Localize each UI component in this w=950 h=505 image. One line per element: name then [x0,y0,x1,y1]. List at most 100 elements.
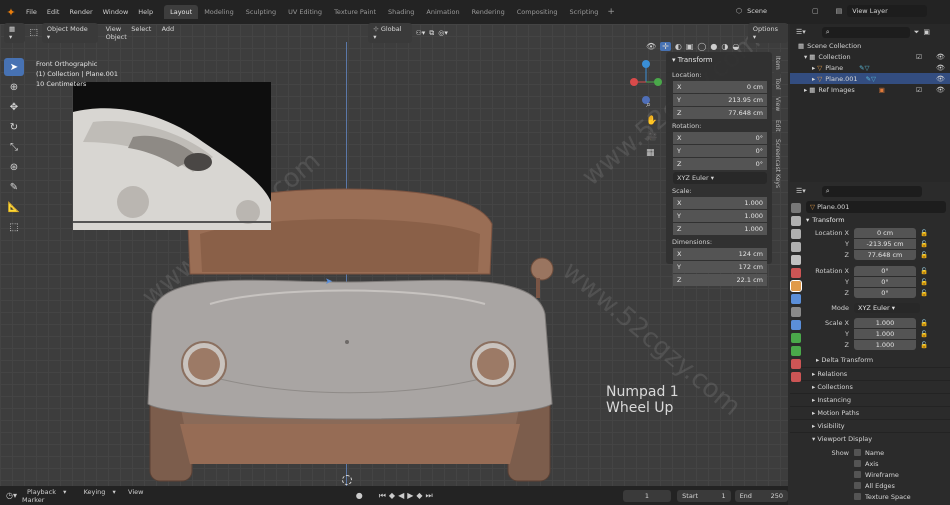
menu-window[interactable]: Window [98,8,134,16]
tab-rendering[interactable]: Rendering [466,5,511,19]
object-name-field[interactable]: ▽ Plane.001 [806,201,946,213]
menu-keying[interactable]: Keying ▾ [74,488,121,496]
checkbox[interactable] [854,471,861,478]
rotation-z-field[interactable]: Z 0° [673,158,767,170]
prop-scale-y[interactable]: Y 1.000 🔓 [790,328,950,339]
prop-rotation-mode[interactable]: Mode XYZ Euler ▾ [790,302,950,313]
timeline-editor-icon[interactable]: ◷▾ [6,491,17,500]
checkbox-icon[interactable]: ☑ [916,53,922,61]
jump-start-icon[interactable]: ⏮ [379,491,386,501]
shading-rendered-icon[interactable]: ◒ [732,42,739,51]
tab-sculpting[interactable]: Sculpting [240,5,282,19]
show-wireframe-checkbox[interactable]: Wireframe [790,469,950,480]
visibility-eye-icon[interactable]: 👁 [936,64,945,72]
tab-compositing[interactable]: Compositing [511,5,564,19]
proportional-edit-icon[interactable]: ◎▾ [438,29,448,37]
rotation-x-field[interactable]: X 0° [673,132,767,144]
section-viewport-display[interactable]: ▾ Viewport Display [790,432,950,445]
options-button[interactable]: Options ▾ [747,23,788,43]
view-layer-field[interactable]: View Layer [847,5,928,17]
scale-y-field[interactable]: Y 1.000 [673,210,767,222]
visibility-eye-icon[interactable]: 👁 [936,53,945,61]
dimensions-y-field[interactable]: Y 172 cm [673,261,767,273]
properties-search-icon[interactable]: ⌕ [821,185,922,197]
section-delta-transform[interactable]: ▸ Delta Transform [790,354,950,367]
menu-render[interactable]: Render [64,8,97,16]
particles-tab-icon[interactable] [791,307,801,317]
location-x-field[interactable]: X 0 cm [673,81,767,93]
play-icon[interactable]: ▶ [407,491,413,501]
filter-icon[interactable]: ⏷ [914,28,920,37]
perspective-toggle-icon[interactable]: ▦ [646,148,657,158]
prop-location-z[interactable]: Z 77.648 cm 🔓 [790,249,950,260]
expand-icon[interactable]: ▸ [812,75,815,83]
select-tool-icon[interactable]: ➤ [4,58,24,76]
camera-view-icon[interactable]: 🎥 [646,132,657,142]
frame-start-field[interactable]: Start 1 [677,489,731,502]
menu-view[interactable]: View [123,488,148,496]
constraints-tab-icon[interactable] [791,333,801,343]
play-reverse-icon[interactable]: ◀ [398,491,404,501]
location-z-field[interactable]: Z 77.648 cm [673,107,767,119]
physics-tab-icon[interactable] [791,320,801,330]
prop-rotation-x[interactable]: Rotation X 0° 🔓 [790,265,950,276]
checkbox-icon[interactable]: ☑ [916,86,922,94]
gizmo-toggle-icon[interactable]: ✛ [660,42,671,51]
transform-panel-header[interactable]: ▾ Transform [790,213,950,227]
lock-icon[interactable]: 🔓 [920,267,928,275]
cursor-tool-icon[interactable]: ⊕ [4,78,24,96]
object-tab-icon[interactable] [790,280,802,292]
show-name-checkbox[interactable]: Show Name [790,447,950,458]
editor-type-icon[interactable]: ▦ ▾ [4,23,26,43]
orientation-selector[interactable]: ⊹ Global ▾ [368,23,412,43]
menu-add[interactable]: Add [158,25,179,33]
rotate-tool-icon[interactable]: ↻ [4,118,24,136]
xray-icon[interactable]: ▣ [686,42,694,51]
lock-icon[interactable]: 🔓 [920,330,928,338]
pan-icon[interactable]: ✋ [646,116,657,126]
menu-playback[interactable]: Playback ▾ [17,488,71,496]
prop-scale-x[interactable]: Scale X 1.000 🔓 [790,317,950,328]
tab-modeling[interactable]: Modeling [198,5,240,19]
prop-rotation-y[interactable]: Y 0° 🔓 [790,276,950,287]
tab-texture-paint[interactable]: Texture Paint [328,5,382,19]
tab-scripting[interactable]: Scripting [564,5,605,19]
lock-icon[interactable]: 🔓 [920,319,928,327]
output-tab-icon[interactable] [791,229,801,239]
data-tab-icon[interactable] [791,346,801,356]
outliner-editor-icon[interactable]: ☰▾ [796,28,806,36]
tab-shading[interactable]: Shading [382,5,420,19]
shading-solid-icon[interactable]: ● [710,42,717,51]
visibility-icon[interactable]: 👁 [646,42,656,51]
next-key-icon[interactable]: ◆ [416,491,422,501]
frame-end-field[interactable]: End 250 [734,489,788,502]
lock-icon[interactable]: 🔓 [920,251,928,259]
rotation-mode-select[interactable]: XYZ Euler ▾ [673,172,767,184]
tool-tab-icon[interactable] [791,203,801,213]
current-frame-field[interactable]: 1 [622,489,672,502]
modifier-tab-icon[interactable] [791,294,801,304]
add-cube-tool-icon[interactable]: ⬚ [4,218,24,236]
menu-marker[interactable]: Marker [17,496,49,504]
menu-edit[interactable]: Edit [42,8,65,16]
world-tab-icon[interactable] [791,268,801,278]
rotation-y-field[interactable]: Y 0° [673,145,767,157]
tab-screencast-keys[interactable]: Screencast Keys [774,135,781,192]
expand-icon[interactable]: ▸ [804,86,807,94]
scene-name[interactable]: Scene [747,7,767,15]
tab-animation[interactable]: Animation [420,5,465,19]
menu-object[interactable]: Object [102,33,131,41]
tab-item[interactable]: Item [774,52,781,74]
section-motion-paths[interactable]: ▸ Motion Paths [790,406,950,419]
reference-image[interactable] [73,82,271,230]
snap-icon[interactable]: ⧉ [429,29,434,38]
view-layer-tab-icon[interactable] [791,242,801,252]
prop-scale-z[interactable]: Z 1.000 🔓 [790,339,950,350]
shading-wireframe-icon[interactable]: ◯ [697,42,706,51]
pivot-icon[interactable]: ⚇▾ [416,29,426,37]
location-y-field[interactable]: Y 213.95 cm [673,94,767,106]
move-tool-icon[interactable]: ✥ [4,98,24,116]
prop-location-x[interactable]: Location X0 cm 🔓 [790,227,950,238]
annotate-tool-icon[interactable]: ✎ [4,178,24,196]
tab-layout[interactable]: Layout [164,5,199,19]
